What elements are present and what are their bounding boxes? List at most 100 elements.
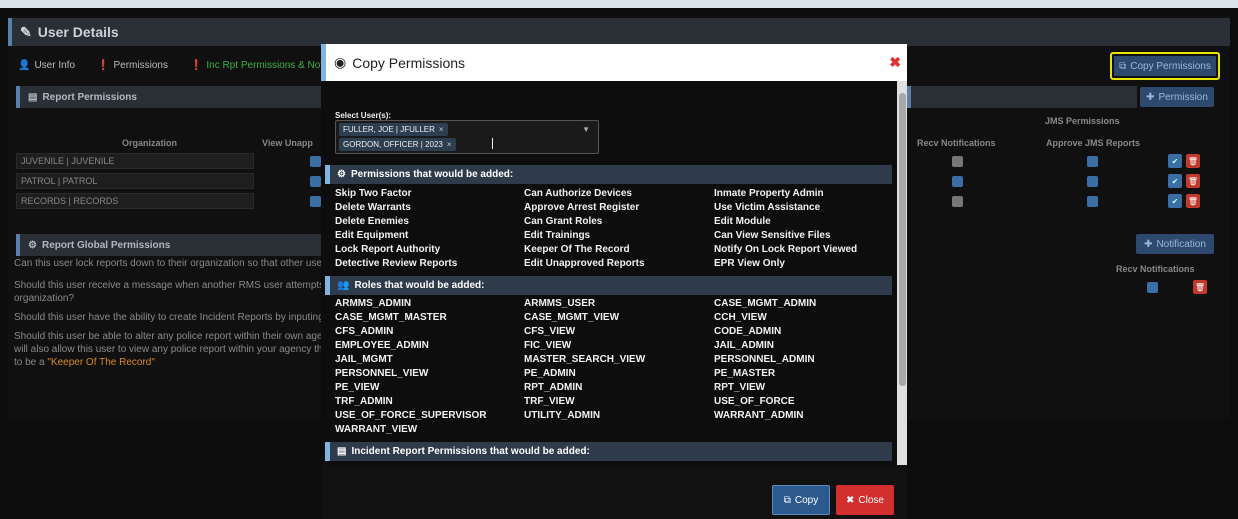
recv-notifications-checkbox[interactable] bbox=[952, 196, 963, 207]
permission-item: Can Authorize Devices bbox=[524, 188, 632, 199]
org-select-row[interactable]: RECORDS | RECORDS bbox=[16, 193, 254, 209]
permission-item: Notify On Lock Report Viewed bbox=[714, 244, 858, 255]
role-item: RPT_ADMIN bbox=[524, 382, 583, 393]
save-row-button[interactable]: ✔ bbox=[1168, 194, 1182, 208]
gear-icon: ⚙ bbox=[337, 169, 346, 180]
approve-jms-checkbox[interactable] bbox=[1087, 156, 1098, 167]
role-item: USE_OF_FORCE bbox=[714, 396, 795, 407]
role-item: ARMMS_USER bbox=[524, 298, 596, 309]
edit-icon: ✎ bbox=[20, 23, 32, 40]
selected-user-chip: FULLER, JOE | JFULLER × bbox=[339, 123, 448, 136]
remove-chip-icon[interactable]: × bbox=[447, 140, 452, 149]
delete-row-button[interactable]: 🗑 bbox=[1186, 174, 1200, 188]
roles-section-title: Roles that would be added: bbox=[354, 280, 485, 291]
approve-jms-header: Approve JMS Reports bbox=[1046, 138, 1141, 148]
close-icon[interactable]: ✖ bbox=[889, 54, 901, 71]
incident-section-header: ▤ Incident Report Permissions that would… bbox=[325, 442, 892, 461]
org-select-row[interactable]: JUVENILE | JUVENILE bbox=[16, 153, 254, 169]
copy-icon: ⧉ bbox=[1119, 60, 1127, 72]
chip-label: GORDON, OFFICER | 2023 bbox=[343, 140, 443, 149]
modal-scrollbar[interactable] bbox=[897, 81, 907, 465]
recv-notifications-checkbox[interactable] bbox=[952, 176, 963, 187]
save-row-button[interactable]: ✔ bbox=[1168, 154, 1182, 168]
report-permissions-bar-right bbox=[907, 86, 1137, 108]
role-item: PE_ADMIN bbox=[524, 368, 576, 379]
delete-notification-button[interactable]: 🗑 bbox=[1193, 280, 1207, 294]
permission-item: Delete Enemies bbox=[335, 216, 409, 227]
user-icon: 👤 bbox=[18, 60, 31, 71]
jms-permissions-header: JMS Permissions bbox=[1045, 116, 1120, 126]
role-item: UTILITY_ADMIN bbox=[524, 410, 601, 421]
tab-label: User Info bbox=[34, 60, 76, 71]
save-row-button[interactable]: ✔ bbox=[1168, 174, 1182, 188]
permission-item: Skip Two Factor bbox=[335, 188, 412, 199]
role-item: CCH_VIEW bbox=[714, 312, 767, 323]
delete-row-button[interactable]: 🗑 bbox=[1186, 194, 1200, 208]
question-text: Should this user be able to alter any po… bbox=[14, 331, 334, 342]
text-cursor bbox=[492, 138, 493, 149]
view-unapproved-checkbox[interactable] bbox=[310, 196, 321, 207]
chevron-down-icon[interactable]: ▼ bbox=[582, 125, 590, 134]
modal-header: ◉ Copy Permissions ✖ bbox=[321, 44, 907, 81]
users-icon: 👥 bbox=[337, 280, 350, 291]
close-button[interactable]: ✖ Close bbox=[836, 485, 894, 515]
recv-notifications-label: Recv Notifications bbox=[1116, 264, 1195, 274]
user-multiselect[interactable]: FULLER, JOE | JFULLER × GORDON, OFFICER … bbox=[335, 120, 599, 154]
permission-item: Can Grant Roles bbox=[524, 216, 603, 227]
permission-item: Keeper Of The Record bbox=[524, 244, 630, 255]
org-select-value: PATROL | PATROL bbox=[21, 176, 98, 186]
copy-icon: ⧉ bbox=[783, 494, 791, 506]
question-text: to be a "Keeper Of The Record" bbox=[14, 356, 155, 369]
question-text: will also allow this user to view any po… bbox=[14, 344, 331, 355]
close-button-label: Close bbox=[858, 494, 884, 506]
role-item: PE_MASTER bbox=[714, 368, 776, 379]
info-icon: ❗ bbox=[189, 60, 203, 71]
approve-jms-checkbox[interactable] bbox=[1087, 196, 1098, 207]
permission-item: EPR View Only bbox=[714, 258, 785, 269]
report-icon: ▤ bbox=[337, 446, 347, 457]
role-item: TRF_ADMIN bbox=[335, 396, 393, 407]
permission-item: Lock Report Authority bbox=[335, 244, 441, 255]
page-title: User Details bbox=[37, 24, 119, 40]
role-item: WARRANT_VIEW bbox=[335, 424, 418, 435]
page-header: ✎ User Details bbox=[8, 18, 1230, 46]
add-permission-button[interactable]: ✚ Permission bbox=[1140, 87, 1214, 107]
plus-icon: ✚ bbox=[1144, 238, 1153, 250]
roles-section-header: 👥 Roles that would be added: bbox=[325, 276, 892, 295]
recv-notifications-checkbox[interactable] bbox=[1147, 282, 1158, 293]
delete-row-button[interactable]: 🗑 bbox=[1186, 154, 1200, 168]
role-item: MASTER_SEARCH_VIEW bbox=[524, 354, 646, 365]
selected-user-chip: GORDON, OFFICER | 2023 × bbox=[339, 138, 456, 151]
incident-section-title: Incident Report Permissions that would b… bbox=[351, 446, 590, 457]
permission-button-label: Permission bbox=[1158, 91, 1208, 103]
view-unapproved-checkbox[interactable] bbox=[310, 176, 321, 187]
remove-chip-icon[interactable]: × bbox=[439, 125, 444, 134]
scrollbar-thumb[interactable] bbox=[899, 93, 906, 386]
modal-title: Copy Permissions bbox=[352, 54, 466, 71]
copy-permissions-label: Copy Permissions bbox=[1130, 60, 1211, 72]
tab-permissions[interactable]: ❗ Permissions bbox=[91, 56, 174, 75]
approve-jms-checkbox[interactable] bbox=[1087, 176, 1098, 187]
role-item: PERSONNEL_ADMIN bbox=[714, 354, 815, 365]
view-unapproved-checkbox[interactable] bbox=[310, 156, 321, 167]
org-select-value: JUVENILE | JUVENILE bbox=[21, 156, 115, 166]
recv-notifications-header: Recv Notifications bbox=[917, 138, 996, 148]
question-text: Should this user receive a message when … bbox=[14, 280, 341, 291]
chip-label: FULLER, JOE | JFULLER bbox=[343, 125, 435, 134]
add-notification-button[interactable]: ✚ Notification bbox=[1136, 234, 1214, 254]
report-permissions-title: Report Permissions bbox=[42, 91, 137, 103]
permission-item: Detective Review Reports bbox=[335, 258, 458, 269]
info-icon: ❗ bbox=[97, 60, 110, 71]
tab-user-info[interactable]: 👤 User Info bbox=[12, 56, 81, 75]
role-item: CODE_ADMIN bbox=[714, 326, 782, 337]
permission-item: Use Victim Assistance bbox=[714, 202, 821, 213]
global-permissions-bar: ⚙ Report Global Permissions bbox=[16, 234, 322, 256]
copy-button[interactable]: ⧉ Copy bbox=[772, 485, 830, 515]
copy-permissions-button[interactable]: ⧉ Copy Permissions bbox=[1110, 52, 1220, 80]
question-text: Can this user lock reports down to their… bbox=[14, 258, 331, 269]
org-select-row[interactable]: PATROL | PATROL bbox=[16, 173, 254, 189]
permission-item: Inmate Property Admin bbox=[714, 188, 824, 199]
recv-notifications-checkbox[interactable] bbox=[952, 156, 963, 167]
copy-permissions-modal: ◉ Copy Permissions ✖ Select User(s): FUL… bbox=[321, 44, 907, 519]
permissions-section-header: ⚙ Permissions that would be added: bbox=[325, 165, 892, 184]
